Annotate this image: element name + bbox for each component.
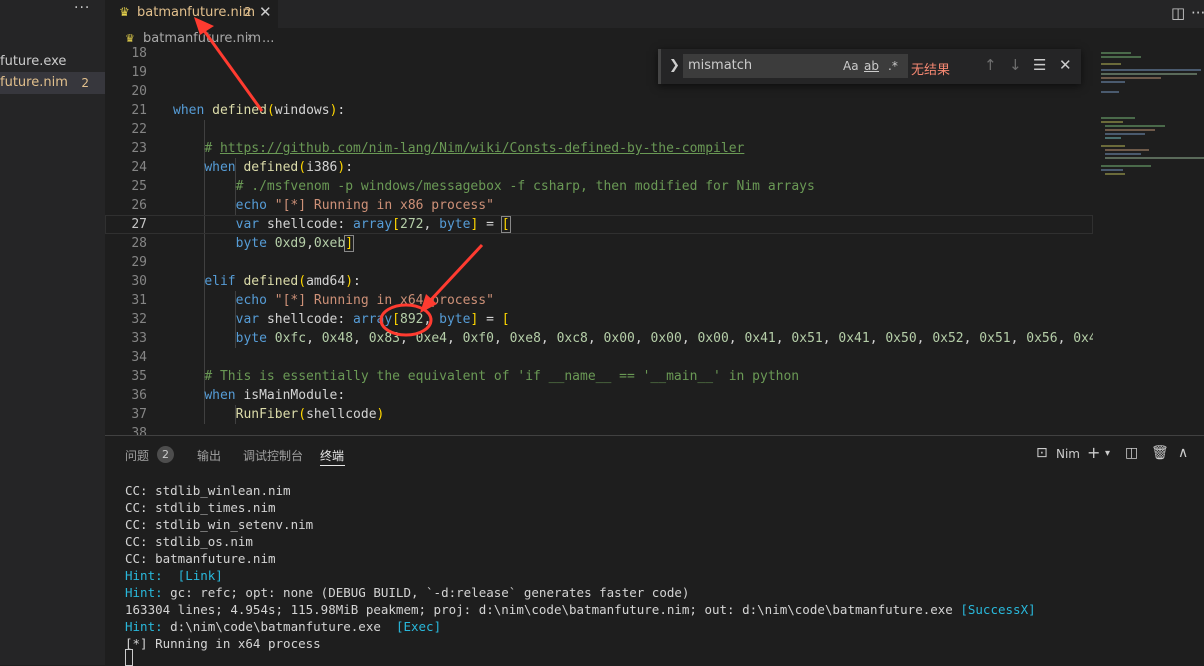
annotation-arrowhead (194, 17, 214, 35)
annotation-circle (379, 303, 433, 337)
annotation-overlay (194, 17, 484, 337)
annotation-arrow (426, 243, 484, 305)
annotation-arrow (198, 24, 264, 112)
